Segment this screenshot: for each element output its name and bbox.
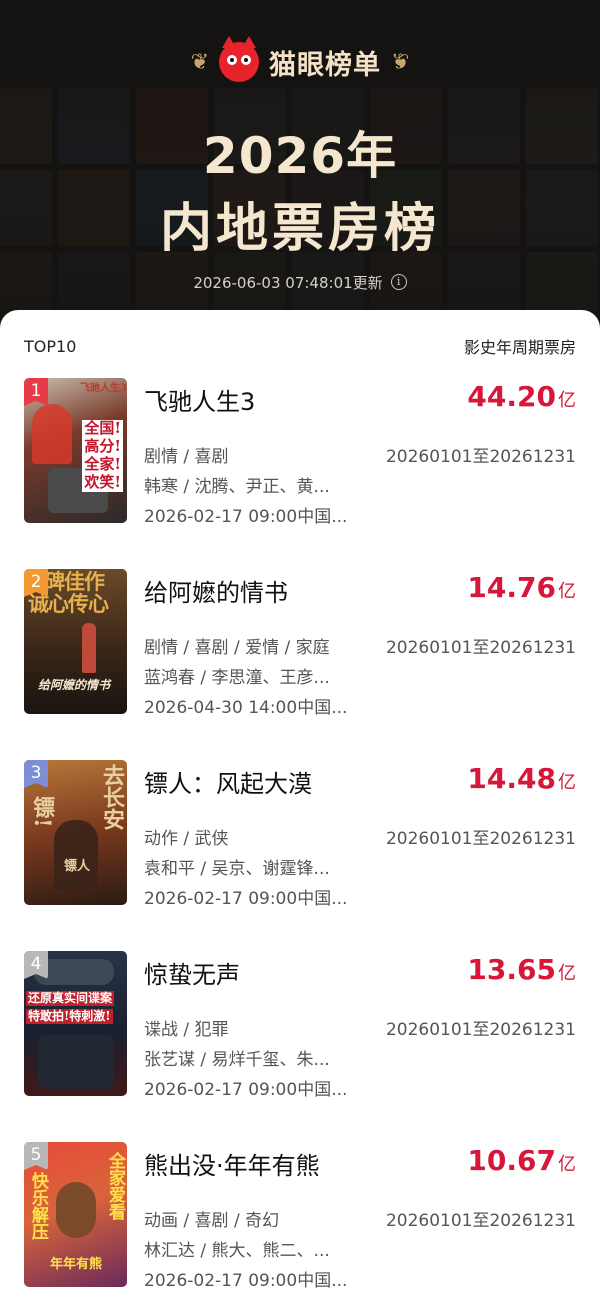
list-item[interactable]: 去长安 镖! 镖人 3 镖人：风起大漠 14.48 亿 动作 / 武侠 20260… (0, 760, 600, 951)
laurel-left-icon: ❦ (190, 49, 209, 75)
box-office-unit: 亿 (558, 772, 576, 793)
header-banner: ❦ 猫眼榜单 ❦ 2026年 内地票房榜 2026-06-03 07:48:01… (0, 0, 600, 340)
movie-genre: 动画 / 喜剧 / 奇幻 (144, 1211, 280, 1231)
movie-poster[interactable]: 飞驰人生3 全国! 高分! 全家! 欢笑! 1 (24, 378, 127, 523)
movie-title[interactable]: 飞驰人生3 (144, 382, 444, 417)
movie-release: 2026-02-17 09:00中国... (144, 507, 348, 527)
rank-badge: 5 (24, 1142, 48, 1170)
rank-badge: 3 (24, 760, 48, 788)
box-office: 10.67 亿 (467, 1144, 576, 1177)
update-time: 2026-06-03 07:48:01更新 (193, 273, 383, 292)
box-office: 44.20 亿 (467, 380, 576, 413)
stat-period: 20260101至20261231 (385, 1020, 576, 1040)
movie-release: 2026-02-17 09:00中国... (144, 1271, 348, 1291)
list-item[interactable]: 飞驰人生3 全国! 高分! 全家! 欢笑! 1 飞驰人生3 44.20 亿 剧情 … (0, 378, 600, 569)
ranking-list: 飞驰人生3 全国! 高分! 全家! 欢笑! 1 飞驰人生3 44.20 亿 剧情 … (0, 378, 600, 1312)
box-office-value: 14.48 (467, 762, 556, 795)
stat-period: 20260101至20261231 (385, 447, 576, 467)
box-office-unit: 亿 (558, 581, 576, 602)
list-header-top10: TOP10 (24, 336, 77, 356)
movie-poster[interactable]: 碑佳作 诚心传心 给阿嬷的情书 2 (24, 569, 127, 714)
list-item[interactable]: 碑佳作 诚心传心 给阿嬷的情书 2 给阿嬷的情书 14.76 亿 剧情 / 喜剧 … (0, 569, 600, 760)
movie-cast: 蓝鸿春 / 李思潼、王彦... (144, 668, 330, 688)
movie-title[interactable]: 给阿嬷的情书 (144, 573, 444, 608)
laurel-right-icon: ❦ (391, 49, 410, 75)
page-title: 内地票房榜 (159, 199, 440, 259)
movie-title[interactable]: 熊出没·年年有熊 (144, 1146, 444, 1181)
title-year: 2026年 (202, 127, 398, 185)
movie-genre: 谍战 / 犯罪 (144, 1020, 229, 1040)
box-office-unit: 亿 (558, 390, 576, 411)
movie-poster[interactable]: 全家爱看 快乐解压 年年有熊 5 (24, 1142, 127, 1287)
movie-title[interactable]: 镖人：风起大漠 (144, 764, 444, 799)
movie-poster[interactable]: 去长安 镖! 镖人 3 (24, 760, 127, 905)
box-office: 13.65 亿 (467, 953, 576, 986)
list-header-period-label: 影史年周期票房 (463, 338, 576, 357)
list-item[interactable]: 全家爱看 快乐解压 年年有熊 5 熊出没·年年有熊 10.67 亿 动画 / 喜剧… (0, 1142, 600, 1312)
update-time-row: 2026-06-03 07:48:01更新 i (0, 270, 600, 294)
movie-genre: 剧情 / 喜剧 / 爱情 / 家庭 (144, 638, 330, 658)
movie-cast: 林汇达 / 熊大、熊二、... (144, 1241, 330, 1261)
box-office: 14.48 亿 (467, 762, 576, 795)
box-office: 14.76 亿 (467, 571, 576, 604)
movie-cast: 韩寒 / 沈腾、尹正、黄... (144, 477, 330, 497)
rank-badge: 1 (24, 378, 48, 406)
stat-period: 20260101至20261231 (385, 638, 576, 658)
box-office-value: 14.76 (467, 571, 556, 604)
list-header: TOP10 影史年周期票房 (24, 334, 576, 358)
box-office-unit: 亿 (558, 1154, 576, 1175)
info-icon[interactable]: i (390, 274, 407, 290)
ranking-panel: TOP10 影史年周期票房 飞驰人生3 全国! 高分! 全家! 欢笑! 1 飞驰… (0, 310, 600, 1312)
maoyan-cat-logo-icon (219, 36, 259, 82)
movie-title[interactable]: 惊蛰无声 (144, 955, 444, 990)
movie-release: 2026-02-17 09:00中国... (144, 889, 348, 909)
movie-poster[interactable]: 还原真实间谍案 特敢拍!特刺激! 4 (24, 951, 127, 1096)
movie-genre: 剧情 / 喜剧 (144, 447, 229, 467)
stat-period: 20260101至20261231 (385, 829, 576, 849)
box-office-value: 44.20 (467, 380, 556, 413)
box-office-value: 13.65 (467, 953, 556, 986)
brand-name: 猫眼榜单 (269, 49, 381, 81)
movie-genre: 动作 / 武侠 (144, 829, 229, 849)
movie-cast: 袁和平 / 吴京、谢霆锋... (144, 859, 330, 879)
movie-release: 2026-02-17 09:00中国... (144, 1080, 348, 1100)
movie-cast: 张艺谋 / 易烊千玺、朱... (144, 1050, 330, 1070)
box-office-unit: 亿 (558, 963, 576, 984)
box-office-value: 10.67 (467, 1144, 556, 1177)
list-item[interactable]: 还原真实间谍案 特敢拍!特刺激! 4 惊蛰无声 13.65 亿 谍战 / 犯罪 2… (0, 951, 600, 1142)
movie-release: 2026-04-30 14:00中国... (144, 698, 348, 718)
stat-period: 20260101至20261231 (385, 1211, 576, 1231)
brand-logo-row: ❦ 猫眼榜单 ❦ (0, 36, 600, 84)
